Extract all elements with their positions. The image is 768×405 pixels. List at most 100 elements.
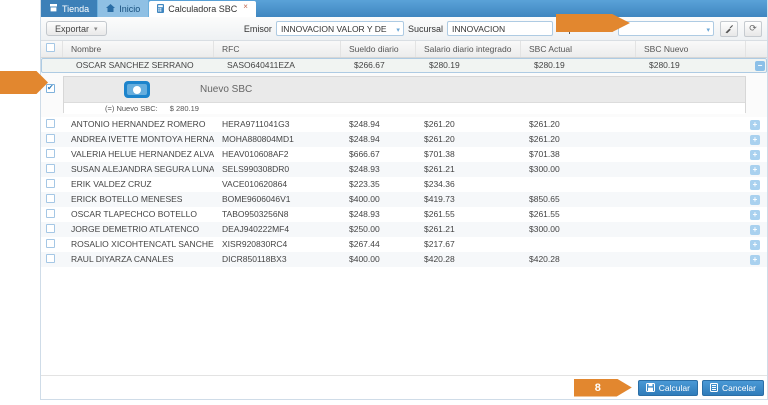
cell-sueldo: $400.00 <box>341 252 416 267</box>
cell-sbc_nuevo <box>636 222 746 237</box>
sucursal-select[interactable]: INNOVACION <box>447 21 553 36</box>
clear-filters-button[interactable] <box>720 21 738 37</box>
cell-rfc: HERA9711041G3 <box>214 117 341 132</box>
cell-sbc_nuevo <box>636 132 746 147</box>
cell-sbc_actual: $420.28 <box>521 252 636 267</box>
column-header-salario-diario-integrado[interactable]: Salario diario integrado <box>416 41 521 57</box>
refresh-button[interactable]: ⟳ <box>744 21 762 37</box>
table-row[interactable]: JORGE DEMETRIO ATLATENCODEAJ940222MF4$25… <box>41 222 767 237</box>
row-checkbox[interactable] <box>46 194 55 203</box>
row-checkbox[interactable] <box>46 164 55 173</box>
cell-sueldo: $248.93 <box>341 207 416 222</box>
cell-sbc_actual: $261.20 <box>521 132 636 147</box>
column-header-sbc-actual[interactable]: SBC Actual <box>521 41 636 57</box>
expand-row-icon[interactable]: + <box>750 180 760 190</box>
table-row[interactable]: RAUL DIYARZA CANALESDICR850118BX3$400.00… <box>41 252 767 267</box>
close-tab-icon[interactable]: × <box>243 2 248 11</box>
cell-rfc: SELS990308DR0 <box>214 162 341 177</box>
emisor-label: Emisor <box>244 24 272 34</box>
cell-name: SUSAN ALEJANDRA SEGURA LUNA <box>63 162 214 177</box>
row-checkbox[interactable] <box>46 149 55 158</box>
column-header-sbc-nuevo[interactable]: SBC Nuevo <box>636 41 746 57</box>
cell-sbc_actual: $261.55 <box>521 207 636 222</box>
table-row[interactable]: OSCAR TLAPECHCO BOTELLOTABO9503256N8$248… <box>41 207 767 222</box>
cancelar-label: Cancelar <box>722 383 756 393</box>
cell-rfc: SASO640411EZA <box>219 58 346 73</box>
row-checkbox[interactable] <box>46 209 55 218</box>
column-header-rfc[interactable]: RFC <box>214 41 341 57</box>
cell-name: ERICK BOTELLO MENESES <box>63 192 214 207</box>
cell-sbc_actual: $701.38 <box>521 147 636 162</box>
row-checkbox-checked[interactable] <box>46 84 55 93</box>
sucursal-value: INNOVACION <box>452 24 505 34</box>
column-header-nombre[interactable]: Nombre <box>63 41 214 57</box>
cell-name: JORGE DEMETRIO ATLATENCO <box>63 222 214 237</box>
row-checkbox[interactable] <box>46 179 55 188</box>
cell-name: RAUL DIYARZA CANALES <box>63 252 214 267</box>
cell-salario: $261.20 <box>416 132 521 147</box>
expand-row-icon[interactable]: + <box>750 240 760 250</box>
table-row[interactable]: ANDREA IVETTE MONTOYA HERNA...MOHA880804… <box>41 132 767 147</box>
collapse-row-icon[interactable]: − <box>755 61 765 71</box>
cell-name: ANTONIO HERNANDEZ ROMERO <box>63 117 214 132</box>
cancelar-button[interactable]: Cancelar <box>702 380 764 396</box>
export-label: Exportar <box>55 24 89 34</box>
tab-calculadora-sbc[interactable]: Calculadora SBC × <box>149 1 256 17</box>
cancel-document-icon <box>710 383 718 392</box>
expand-row-icon[interactable]: + <box>750 210 760 220</box>
step-number: 8 <box>595 382 601 394</box>
row-checkbox[interactable] <box>46 224 55 233</box>
tab-tienda[interactable]: Tienda <box>41 0 98 17</box>
cell-name: ANDREA IVETTE MONTOYA HERNA... <box>63 132 214 147</box>
cell-sbc_actual: $300.00 <box>521 222 636 237</box>
table-row[interactable]: ANTONIO HERNANDEZ ROMEROHERA9711041G3$24… <box>41 117 767 132</box>
cell-sbc_nuevo: $280.19 <box>641 58 751 73</box>
expand-row-icon[interactable]: + <box>750 165 760 175</box>
table-row[interactable]: ROSALIO XICOHTENCATL SANCHEZXISR920830RC… <box>41 237 767 252</box>
table-row[interactable]: ERIK VALDEZ CRUZVACE010620864$223.35$234… <box>41 177 767 192</box>
table-row[interactable]: ERICK BOTELLO MENESESBOME9606046V1$400.0… <box>41 192 767 207</box>
emisor-select[interactable]: INNOVACION VALOR Y DE ▾ <box>276 21 404 36</box>
cell-sbc_nuevo <box>636 117 746 132</box>
column-header-sueldo-diario[interactable]: Sueldo diario <box>341 41 416 57</box>
table-header: Nombre RFC Sueldo diario Salario diario … <box>41 41 767 58</box>
cell-salario: $419.73 <box>416 192 521 207</box>
row-checkbox[interactable] <box>46 239 55 248</box>
cell-sbc_nuevo <box>636 177 746 192</box>
select-all-checkbox[interactable] <box>46 43 55 52</box>
cell-sbc_nuevo <box>636 162 746 177</box>
cell-rfc: HEAV010608AF2 <box>214 147 341 162</box>
expand-row-icon[interactable]: + <box>750 135 760 145</box>
page: Tienda Inicio Calculadora SBC × Exportar… <box>0 0 768 405</box>
tab-label: Inicio <box>119 4 140 14</box>
cell-name: ROSALIO XICOHTENCATL SANCHEZ <box>63 237 214 252</box>
expand-row-icon[interactable]: + <box>750 255 760 265</box>
footer-bar: 8 Calcular Cancelar <box>41 375 767 399</box>
expand-row-icon[interactable]: + <box>750 120 760 130</box>
table-row[interactable]: VALERIA HELUE HERNANDEZ ALVA...HEAV01060… <box>41 147 767 162</box>
row-checkbox[interactable] <box>46 134 55 143</box>
departamento-select[interactable]: ▾ <box>618 21 714 36</box>
calcular-button[interactable]: Calcular <box>638 380 698 396</box>
expand-row-icon[interactable]: + <box>750 150 760 160</box>
expand-row-icon[interactable]: + <box>750 195 760 205</box>
table-row[interactable]: OSCAR SANCHEZ SERRANOSASO640411EZA$266.6… <box>41 58 767 73</box>
cell-salario: $217.67 <box>416 237 521 252</box>
cell-rfc: DEAJ940222MF4 <box>214 222 341 237</box>
nuevo-sbc-result-label: (=) Nuevo SBC: <box>105 104 158 113</box>
cell-rfc: DICR850118BX3 <box>214 252 341 267</box>
expand-row-icon[interactable]: + <box>750 225 760 235</box>
cell-sbc_actual: $280.19 <box>526 58 641 73</box>
cell-sueldo: $267.44 <box>341 237 416 252</box>
table-row[interactable]: SUSAN ALEJANDRA SEGURA LUNASELS990308DR0… <box>41 162 767 177</box>
row-checkbox[interactable] <box>46 119 55 128</box>
row-checkbox[interactable] <box>46 254 55 263</box>
cell-rfc: TABO9503256N8 <box>214 207 341 222</box>
export-button[interactable]: Exportar ▾ <box>46 21 107 36</box>
cell-name: OSCAR SANCHEZ SERRANO <box>68 58 219 73</box>
cell-salario: $261.20 <box>416 117 521 132</box>
cell-salario: $701.38 <box>416 147 521 162</box>
calcular-label: Calcular <box>659 383 690 393</box>
tab-inicio[interactable]: Inicio <box>98 0 149 17</box>
expanded-row: Nuevo SBC (=) Nuevo SBC: $ 280.19 <box>41 73 767 117</box>
